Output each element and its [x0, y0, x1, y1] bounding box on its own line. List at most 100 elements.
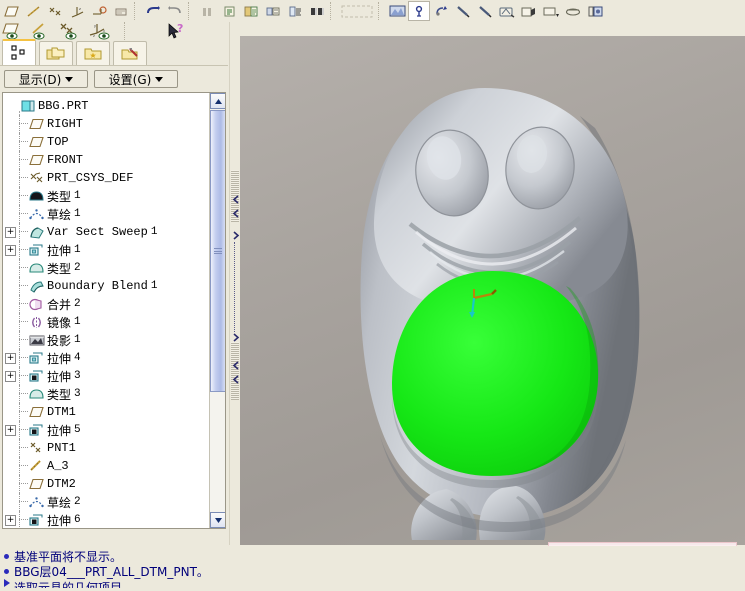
refit-icon[interactable]	[408, 1, 430, 21]
tree-row[interactable]: TOP	[3, 133, 210, 151]
named-view-icon[interactable]	[386, 1, 408, 21]
splitter-collapse-up-4[interactable]	[231, 374, 240, 385]
model-tree-panel[interactable]: BBG.PRT RIGHT TOP FRONT PRT_CSYS_DEF 类型 1 草绘 1 +…	[2, 92, 226, 529]
datum-plane-icon	[28, 117, 45, 132]
plane-visibility-icon[interactable]	[0, 21, 28, 41]
tree-row[interactable]: PNT1	[3, 439, 210, 457]
message-arrow-icon	[4, 579, 10, 587]
tree-row[interactable]: FRONT	[3, 151, 210, 169]
datum-plane-icon[interactable]	[0, 1, 22, 21]
spin-center-icon[interactable]	[88, 1, 110, 21]
tree-row[interactable]: A_3	[3, 457, 210, 475]
splitter-expand-down-1[interactable]	[231, 230, 240, 241]
annotation-icon[interactable]	[110, 1, 132, 21]
display-menu-button[interactable]: 显示(D)	[4, 70, 88, 88]
datum-csys-icon[interactable]: z	[66, 1, 88, 21]
tab-model-tree[interactable]	[2, 39, 36, 65]
layer-tree-icon[interactable]	[584, 1, 606, 21]
sketch-icon	[28, 495, 45, 510]
display-style-icon[interactable]	[518, 1, 540, 21]
tree-row[interactable]: Boundary Blend 1	[3, 277, 210, 295]
tab-connections[interactable]	[113, 41, 147, 65]
tree-expander-icon[interactable]: +	[5, 514, 16, 526]
tree-row[interactable]: 投影 1	[3, 331, 210, 349]
redo-icon[interactable]	[164, 1, 186, 21]
tree-row[interactable]: + 拉伸 6	[3, 511, 210, 528]
tree-scrollbar[interactable]	[209, 93, 225, 528]
zoom-out-icon[interactable]	[474, 1, 496, 21]
tree-item-number: 1	[150, 226, 158, 238]
table-icon[interactable]	[240, 1, 262, 21]
tab-favorites[interactable]	[76, 41, 110, 65]
scroll-down-button[interactable]	[210, 512, 225, 528]
tree-expander-icon[interactable]: +	[5, 244, 16, 256]
tree-row[interactable]: 草绘 2	[3, 493, 210, 511]
note-icon[interactable]	[218, 1, 240, 21]
no-hidden-icon[interactable]	[562, 1, 584, 21]
zoom-in-icon[interactable]	[452, 1, 474, 21]
tree-row[interactable]: + 拉伸 1	[3, 241, 210, 259]
datum-point-icon[interactable]	[44, 1, 66, 21]
splitter-collapse-up-1[interactable]	[231, 194, 240, 205]
tree-connector	[16, 439, 28, 457]
undo-icon[interactable]	[142, 1, 164, 21]
params-icon[interactable]	[262, 1, 284, 21]
datum-axis-icon[interactable]	[22, 1, 44, 21]
tree-row[interactable]: RIGHT	[3, 115, 210, 133]
point-visibility-icon[interactable]	[56, 21, 86, 41]
tree-expander-icon[interactable]: +	[5, 352, 16, 364]
tree-item-label: 拉伸	[47, 369, 72, 384]
scrollbar-thumb[interactable]	[210, 110, 225, 392]
help-cursor-icon[interactable]: ?	[160, 21, 194, 41]
tree-row[interactable]: 镜像 1	[3, 313, 210, 331]
tree-row[interactable]: DTM1	[3, 403, 210, 421]
tree-row[interactable]: 合并 2	[3, 295, 210, 313]
type-light-icon	[28, 387, 45, 402]
tree-item-number: 5	[74, 424, 81, 436]
repaint-icon[interactable]	[496, 1, 518, 21]
tree-expander-icon[interactable]: +	[5, 424, 16, 436]
shading-icon[interactable]	[540, 1, 562, 21]
tree-connector	[16, 115, 28, 133]
tree-item-label: A_3	[47, 459, 69, 473]
tree-row[interactable]: 草绘 1	[3, 205, 210, 223]
tree-item-label: 合并	[47, 297, 72, 312]
settings-menu-button[interactable]: 设置(G)	[94, 70, 178, 88]
tree-row[interactable]: + 拉伸 5	[3, 421, 210, 439]
splitter-collapse-up-2[interactable]	[231, 208, 240, 219]
tree-row[interactable]: PRT_CSYS_DEF	[3, 169, 210, 187]
tree-row[interactable]: 类型 1	[3, 187, 210, 205]
layers-icon[interactable]	[306, 1, 328, 21]
tree-row[interactable]: + 拉伸 3	[3, 367, 210, 385]
tree-expander-icon[interactable]: +	[5, 370, 16, 382]
merge-icon	[28, 297, 45, 312]
tree-row[interactable]: 类型 2	[3, 259, 210, 277]
graphics-window[interactable]	[240, 36, 745, 545]
tree-row[interactable]: + 拉伸 4	[3, 349, 210, 367]
tree-row-root[interactable]: BBG.PRT	[3, 97, 210, 115]
tree-item-number: 1	[150, 280, 158, 292]
scroll-up-button[interactable]	[210, 93, 225, 109]
tree-connector	[16, 367, 28, 385]
splitter-collapse-up-3[interactable]	[231, 360, 240, 371]
panel-splitter[interactable]	[229, 22, 240, 545]
tree-row[interactable]: 类型 3	[3, 385, 210, 403]
reorient-icon[interactable]	[430, 1, 452, 21]
tree-row[interactable]: + Var Sect Sweep 1	[3, 223, 210, 241]
appearance-gallery-icon[interactable]	[338, 1, 376, 21]
regenerate-group	[196, 0, 328, 22]
splitter-grip-lower[interactable]	[231, 342, 239, 400]
tree-expander-icon[interactable]: +	[5, 226, 16, 238]
tree-connector	[16, 475, 28, 493]
relations-icon[interactable]	[284, 1, 306, 21]
tree-row[interactable]: DTM2	[3, 475, 210, 493]
axis-visibility-icon[interactable]	[28, 21, 56, 41]
tab-folder-browser[interactable]	[39, 41, 73, 65]
regenerate-icon[interactable]	[196, 1, 218, 21]
csys-visibility-icon[interactable]: y x z	[86, 21, 118, 41]
tree-item-label: Boundary Blend	[47, 279, 148, 293]
message-line-prompt: 选取元具的几何项目	[4, 579, 745, 588]
part-icon	[19, 99, 36, 114]
datum-visibility-group: y x z	[0, 22, 118, 40]
model-tree-list: BBG.PRT RIGHT TOP FRONT PRT_CSYS_DEF 类型 1 草绘 1 +…	[3, 93, 210, 528]
